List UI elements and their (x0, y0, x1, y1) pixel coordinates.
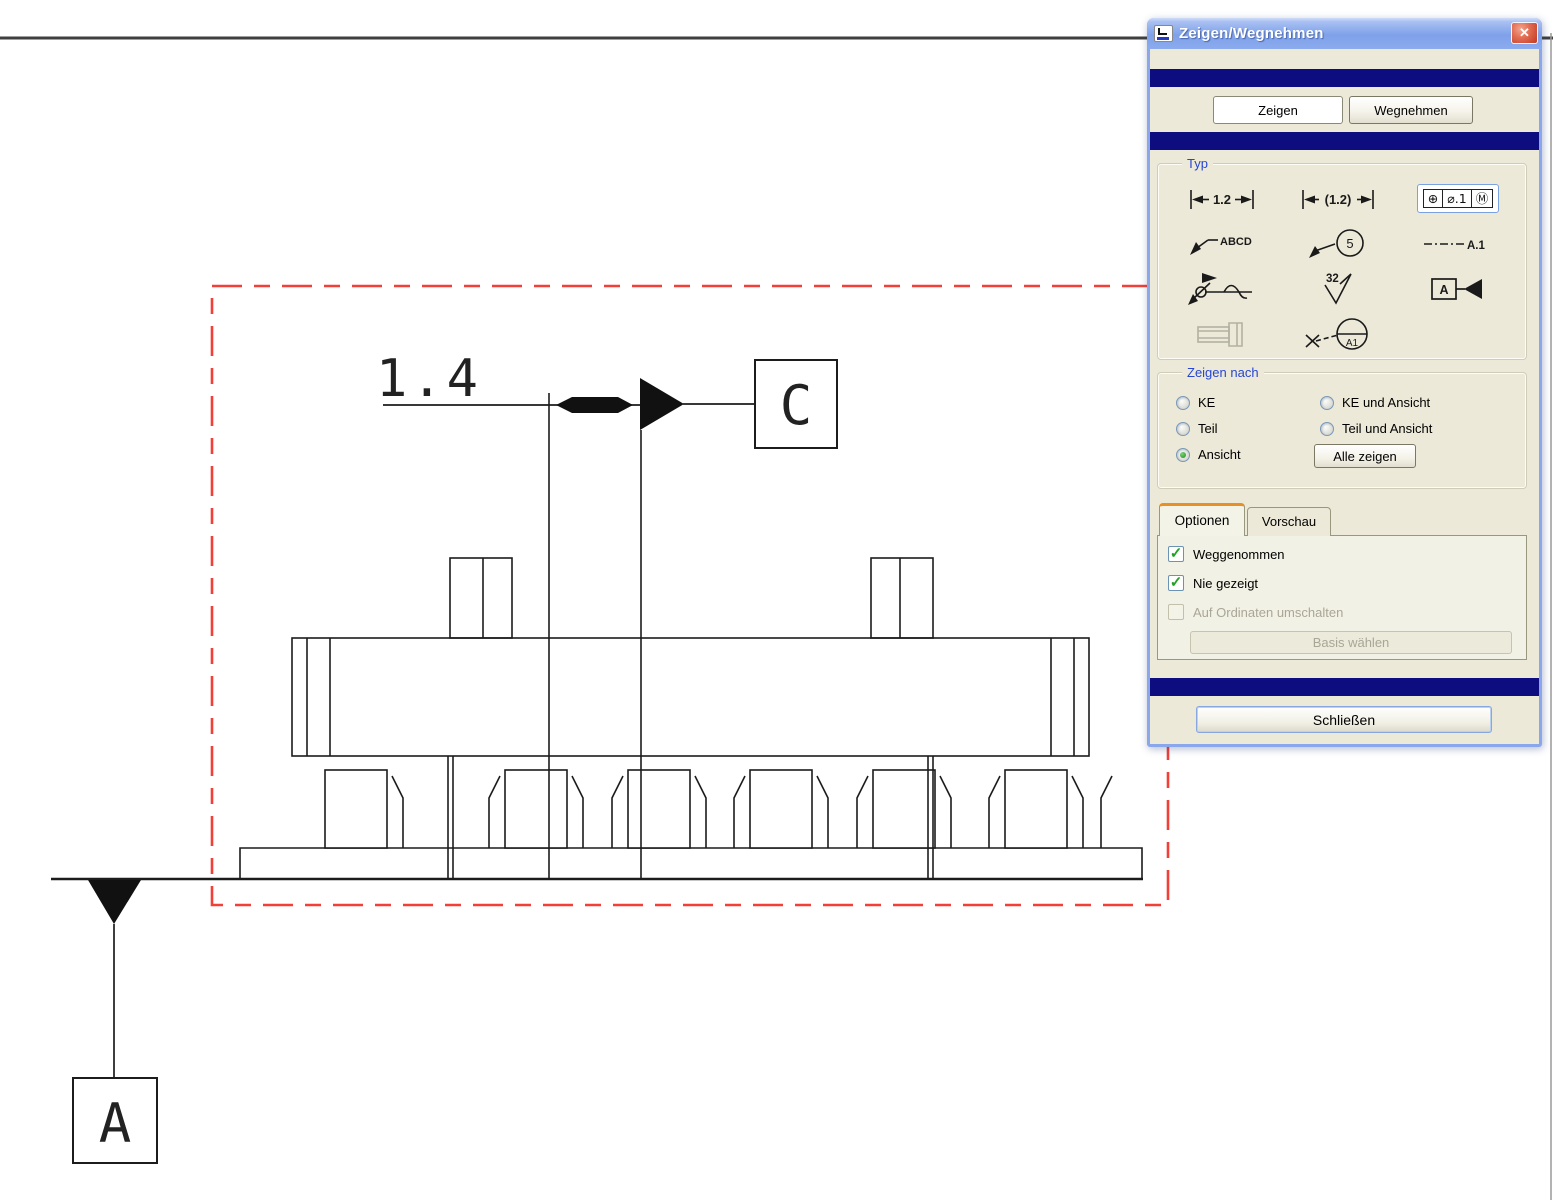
svg-text:A.1: A.1 (1467, 240, 1486, 252)
optionen-tab-panel: ✓ Weggenommen ✓ Nie gezeigt Auf Ordinate… (1157, 535, 1527, 660)
radio-teil[interactable]: Teil (1176, 421, 1218, 436)
checkbox-weggenommen[interactable]: ✓ Weggenommen (1168, 546, 1285, 562)
radio-ke-und-ansicht[interactable]: KE und Ansicht (1320, 395, 1430, 410)
alle-zeigen-button[interactable]: Alle zeigen (1314, 444, 1416, 468)
radio-ansicht[interactable]: Ansicht (1176, 447, 1241, 462)
svg-text:1.2: 1.2 (1213, 192, 1231, 207)
radio-ke[interactable]: KE (1176, 395, 1215, 410)
schliessen-button[interactable]: Schließen (1196, 706, 1492, 733)
part-geometry[interactable] (51, 393, 1143, 881)
gtol-modifier: Ⓜ (1470, 190, 1493, 207)
zeigen-wegnehmen-dialog: Zeigen/Wegnehmen ✕ Zeigen Wegnehmen Typ … (1147, 18, 1542, 747)
typ-icon-grid: 1.2 (1.2) ⊕ ⌀.1 Ⓜ ABCD 5 A.1 32 A A1 (1164, 176, 1520, 355)
radio-ansicht-circle[interactable] (1176, 447, 1190, 462)
svg-text:(1.2): (1.2) (1325, 192, 1352, 207)
zeigen-nach-group: Zeigen nach KE Teil Ansicht KE und Ansic… (1157, 365, 1527, 489)
radio-ke-und-ansicht-circle[interactable] (1320, 395, 1334, 410)
basis-waehlen-button: Basis wählen (1190, 631, 1512, 654)
radio-teil-und-ansicht-circle[interactable] (1320, 421, 1334, 436)
datum-a-label: A (99, 1092, 132, 1155)
datum-c-annotation[interactable]: 1.4 C (376, 349, 838, 449)
weggenommen-checkbox[interactable]: ✓ (1168, 546, 1184, 562)
checkbox-nie-gezeigt[interactable]: ✓ Nie gezeigt (1168, 575, 1258, 591)
zeigen-nach-label: Zeigen nach (1182, 365, 1264, 380)
tab-vorschau[interactable]: Vorschau (1247, 507, 1331, 536)
radio-teil-und-ansicht[interactable]: Teil und Ansicht (1320, 421, 1432, 436)
wegnehmen-button[interactable]: Wegnehmen (1349, 96, 1473, 124)
cylinder-icon (1195, 319, 1249, 349)
tab-optionen[interactable]: Optionen (1159, 503, 1245, 536)
svg-text:A1: A1 (1346, 338, 1359, 349)
reference-dimension-icon[interactable]: (1.2) (1299, 185, 1377, 213)
dialog-app-icon (1154, 25, 1173, 42)
datum-axis-icon[interactable]: A.1 (1422, 235, 1494, 253)
gtol-tolerance-value: ⌀.1 (1442, 190, 1470, 207)
svg-text:32: 32 (1326, 273, 1339, 285)
balloon-icon[interactable]: 5 (1307, 226, 1369, 262)
ordinaten-checkbox (1168, 604, 1184, 620)
dimension-icon[interactable]: 1.2 (1187, 185, 1257, 213)
slot-symbol (556, 397, 633, 413)
svg-text:A: A (1439, 283, 1448, 297)
geometric-tolerance-icon[interactable]: ⊕ ⌀.1 Ⓜ (1416, 184, 1500, 213)
datum-flag-icon (640, 378, 684, 430)
symbol-icon[interactable] (1186, 271, 1258, 307)
note-icon[interactable]: ABCD (1188, 231, 1256, 257)
typ-group: Typ 1.2 (1.2) ⊕ ⌀.1 Ⓜ ABCD 5 A.1 32 A A1 (1157, 156, 1527, 360)
nie-gezeigt-checkbox[interactable]: ✓ (1168, 575, 1184, 591)
separator-band-top (1150, 69, 1539, 87)
datum-target-icon[interactable]: A1 (1303, 315, 1373, 353)
dialog-title: Zeigen/Wegnehmen (1179, 25, 1324, 42)
gtol-position-symbol: ⊕ (1427, 191, 1439, 206)
set-datum-icon[interactable]: A (1430, 276, 1486, 302)
separator-band-bottom (1150, 678, 1539, 696)
cad-workspace: 1.4 C A Zeigen/Wegnehmen ✕ Zeigen Wegneh… (0, 0, 1553, 1200)
surface-finish-icon[interactable]: 32 (1318, 271, 1358, 307)
radio-ke-circle[interactable] (1176, 395, 1190, 410)
typ-group-label: Typ (1182, 156, 1213, 171)
svg-text:5: 5 (1346, 236, 1353, 251)
radio-teil-circle[interactable] (1176, 421, 1190, 436)
datum-c-label: C (780, 374, 813, 437)
datum-a-annotation[interactable]: A (72, 880, 158, 1164)
separator-band-2 (1150, 132, 1539, 150)
zeigen-button[interactable]: Zeigen (1213, 96, 1343, 124)
finish-value-label: 1.4 (376, 349, 482, 409)
datum-triangle-icon (88, 880, 141, 924)
dialog-titlebar[interactable]: Zeigen/Wegnehmen ✕ (1147, 18, 1542, 49)
svg-text:ABCD: ABCD (1220, 236, 1252, 248)
checkbox-ordinaten: Auf Ordinaten umschalten (1168, 604, 1343, 620)
close-icon[interactable]: ✕ (1511, 22, 1538, 44)
